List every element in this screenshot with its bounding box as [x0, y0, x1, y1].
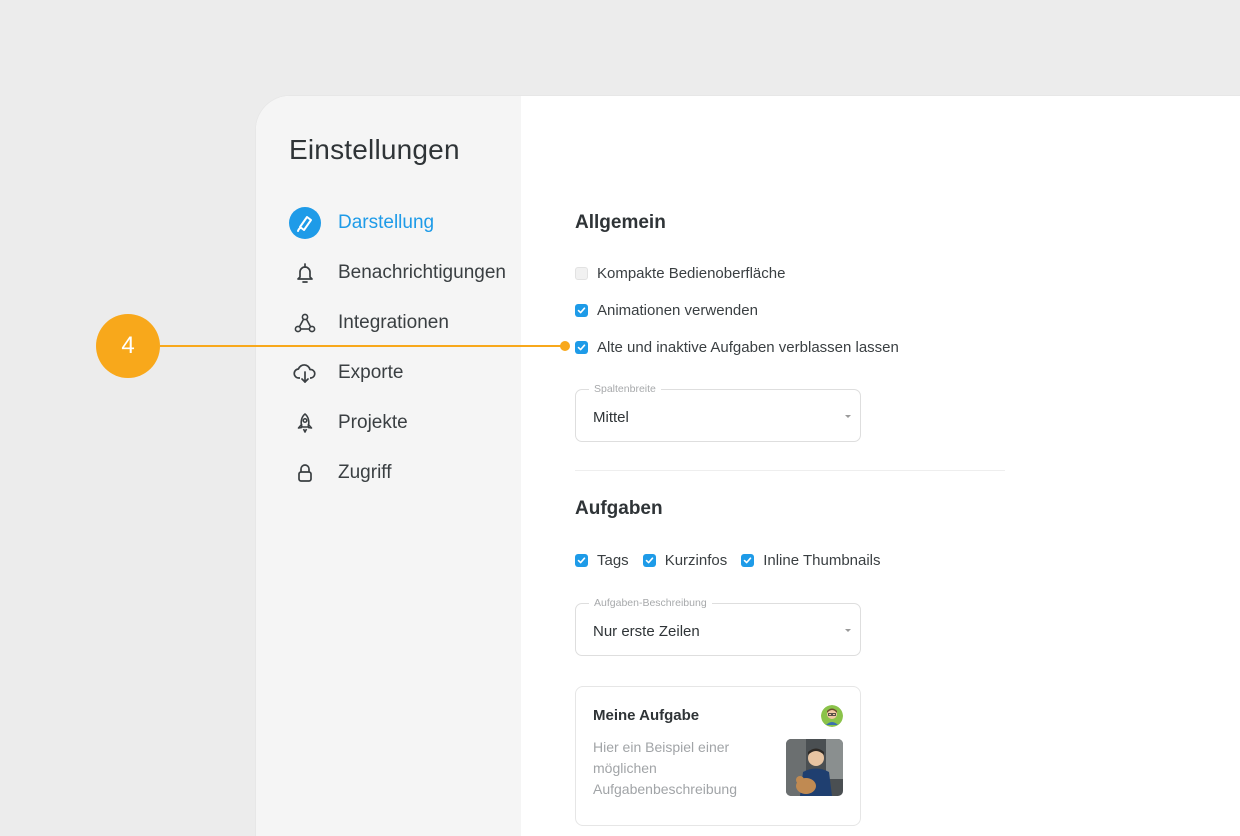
select-value: Mittel: [593, 409, 629, 426]
option-label: Inline Thumbnails: [763, 552, 881, 569]
select-label: Spaltenbreite: [589, 383, 661, 395]
select-label: Aufgaben-Beschreibung: [589, 597, 712, 609]
checkbox-checked[interactable]: [741, 554, 755, 567]
sidebar-item-exporte[interactable]: Exporte: [288, 356, 403, 390]
avatar: [821, 705, 843, 727]
annotation-connector-line: [160, 345, 563, 347]
checkbox-unchecked[interactable]: [575, 267, 588, 280]
cloud-download-icon: [288, 356, 322, 390]
lock-icon: [288, 456, 322, 490]
select-value: Nur erste Zeilen: [593, 623, 700, 640]
sidebar-item-label: Integrationen: [338, 312, 449, 333]
task-preview-card[interactable]: Meine Aufgabe Hier ein Beispiel einer mö…: [575, 686, 861, 826]
option-inline-thumbnails[interactable]: Inline Thumbnails: [741, 552, 881, 569]
settings-sidebar: Einstellungen Darstellung Benachrichtigu…: [256, 96, 521, 836]
sidebar-title: Einstellungen: [289, 134, 460, 165]
checkbox-checked[interactable]: [575, 304, 588, 317]
paint-brush-icon: [288, 206, 322, 240]
option-kompakte-bedienoberflaeche[interactable]: Kompakte Bedienoberfläche: [575, 265, 785, 282]
network-icon: [288, 306, 322, 340]
option-label: Kurzinfos: [664, 552, 728, 569]
sidebar-item-projekte[interactable]: Projekte: [288, 406, 408, 440]
checkmark-icon: [577, 307, 586, 314]
section-title-aufgaben: Aufgaben: [575, 498, 663, 519]
aufgaben-beschreibung-select[interactable]: Aufgaben-Beschreibung Nur erste Zeilen: [575, 597, 861, 656]
checkbox-checked[interactable]: [575, 554, 588, 567]
sidebar-item-darstellung[interactable]: Darstellung: [288, 206, 434, 240]
checkbox-checked[interactable]: [642, 554, 656, 567]
annotation-badge: 4: [96, 314, 160, 378]
option-label: Kompakte Bedienoberfläche: [597, 265, 786, 282]
task-display-options: Tags Kurzinfos Inline Thumbnails: [575, 552, 895, 569]
checkmark-icon: [645, 557, 653, 564]
bell-icon: [288, 256, 322, 290]
checkmark-icon: [577, 344, 586, 351]
sidebar-item-label: Projekte: [338, 412, 408, 433]
annotation-connector-dot: [560, 341, 570, 351]
option-label: Animationen verwenden: [597, 302, 758, 319]
settings-content: Allgemein Kompakte Bedienoberfläche Anim…: [521, 96, 1240, 836]
option-alte-aufgaben-verblassen[interactable]: Alte und inaktive Aufgaben verblassen la…: [575, 339, 899, 356]
card-description: Hier ein Beispiel einer möglichen Aufgab…: [593, 739, 738, 797]
sidebar-item-label: Zugriff: [338, 462, 392, 483]
caret-down-icon: [845, 629, 851, 632]
sidebar-item-benachrichtigungen[interactable]: Benachrichtigungen: [288, 256, 506, 290]
section-divider: [575, 470, 1005, 471]
option-animationen-verwenden[interactable]: Animationen verwenden: [575, 302, 758, 319]
card-title: Meine Aufgabe: [593, 707, 700, 724]
section-title-allgemein: Allgemein: [575, 212, 666, 233]
checkbox-checked[interactable]: [575, 341, 588, 354]
option-label: Tags: [597, 552, 629, 569]
task-thumbnail-image: [786, 739, 843, 796]
option-label: Alte und inaktive Aufgaben verblassen la…: [597, 339, 899, 356]
spaltenbreite-select[interactable]: Spaltenbreite Mittel: [575, 383, 861, 442]
checkmark-icon: [577, 557, 586, 564]
option-tags[interactable]: Tags: [575, 552, 629, 569]
sidebar-item-integrationen[interactable]: Integrationen: [288, 306, 449, 340]
sidebar-item-zugriff[interactable]: Zugriff: [288, 456, 392, 490]
checkmark-icon: [743, 557, 752, 564]
rocket-icon: [288, 406, 322, 440]
settings-window: Einstellungen Darstellung Benachrichtigu…: [256, 96, 1240, 836]
sidebar-item-label: Exporte: [338, 362, 404, 383]
option-kurzinfos[interactable]: Kurzinfos: [642, 552, 728, 569]
caret-down-icon: [845, 415, 851, 418]
sidebar-item-label: Benachrichtigungen: [338, 262, 506, 283]
sidebar-item-label: Darstellung: [338, 212, 435, 233]
